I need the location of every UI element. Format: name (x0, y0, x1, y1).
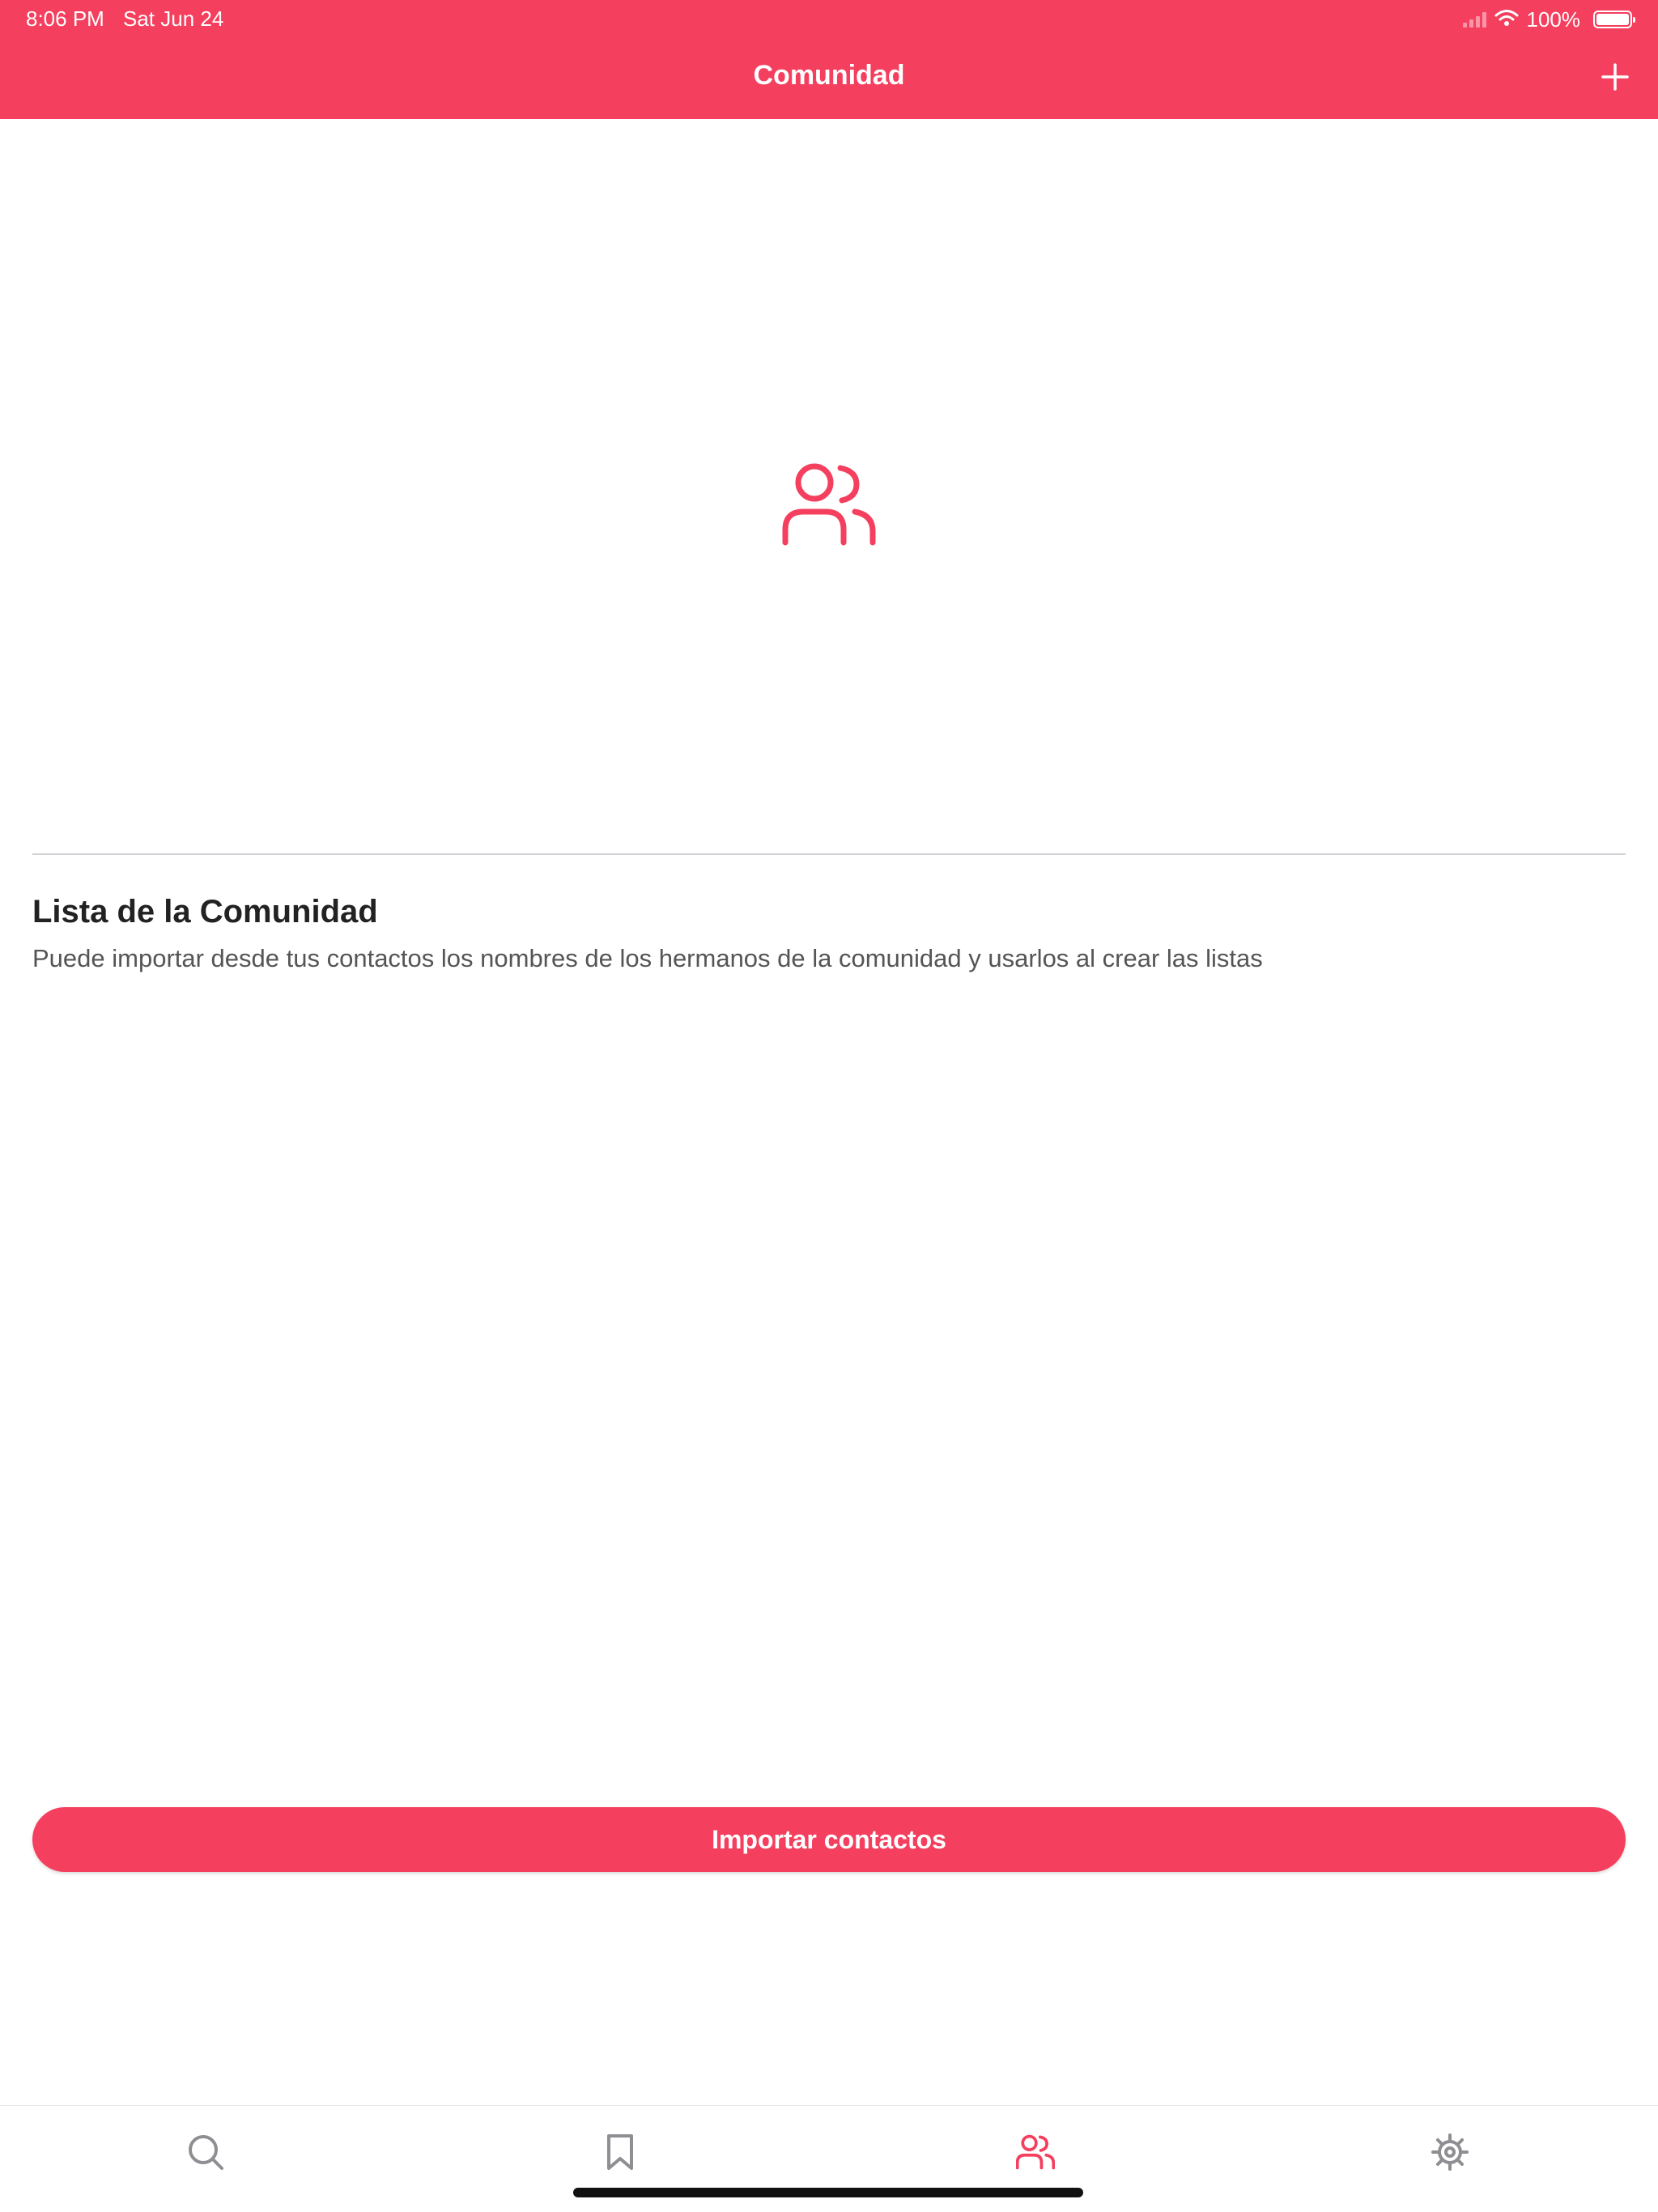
section-description: Puede importar desde tus contactos los n… (32, 944, 1263, 972)
bookmark-icon (607, 2134, 633, 2170)
status-indicators: 100% (1462, 6, 1635, 32)
battery-icon (1593, 11, 1635, 28)
wifi-icon (1494, 7, 1519, 32)
gear-icon (1431, 2133, 1469, 2171)
page-title: Comunidad (753, 60, 905, 91)
plus-icon (1601, 63, 1629, 91)
cellular-signal-icon (1462, 11, 1486, 28)
home-indicator (573, 2188, 1083, 2197)
status-date: Sat Jun 24 (123, 6, 224, 31)
tab-community[interactable] (1014, 2131, 1056, 2173)
tab-bookmarks[interactable] (599, 2131, 641, 2173)
nav-bar: 8:06 PM Sat Jun 24 100% Comunidad (0, 0, 1658, 119)
tab-search[interactable] (185, 2131, 227, 2173)
status-time: 8:06 PM (26, 6, 104, 31)
search-icon (189, 2135, 223, 2170)
section-title: Lista de la Comunidad (32, 894, 378, 929)
battery-percentage: 100% (1526, 6, 1581, 32)
people-icon (782, 463, 876, 546)
tab-settings[interactable] (1429, 2131, 1471, 2173)
section-divider (32, 853, 1626, 855)
import-contacts-button[interactable]: Importar contactos (32, 1807, 1626, 1872)
add-button[interactable] (1595, 57, 1635, 97)
people-icon (1016, 2134, 1055, 2170)
